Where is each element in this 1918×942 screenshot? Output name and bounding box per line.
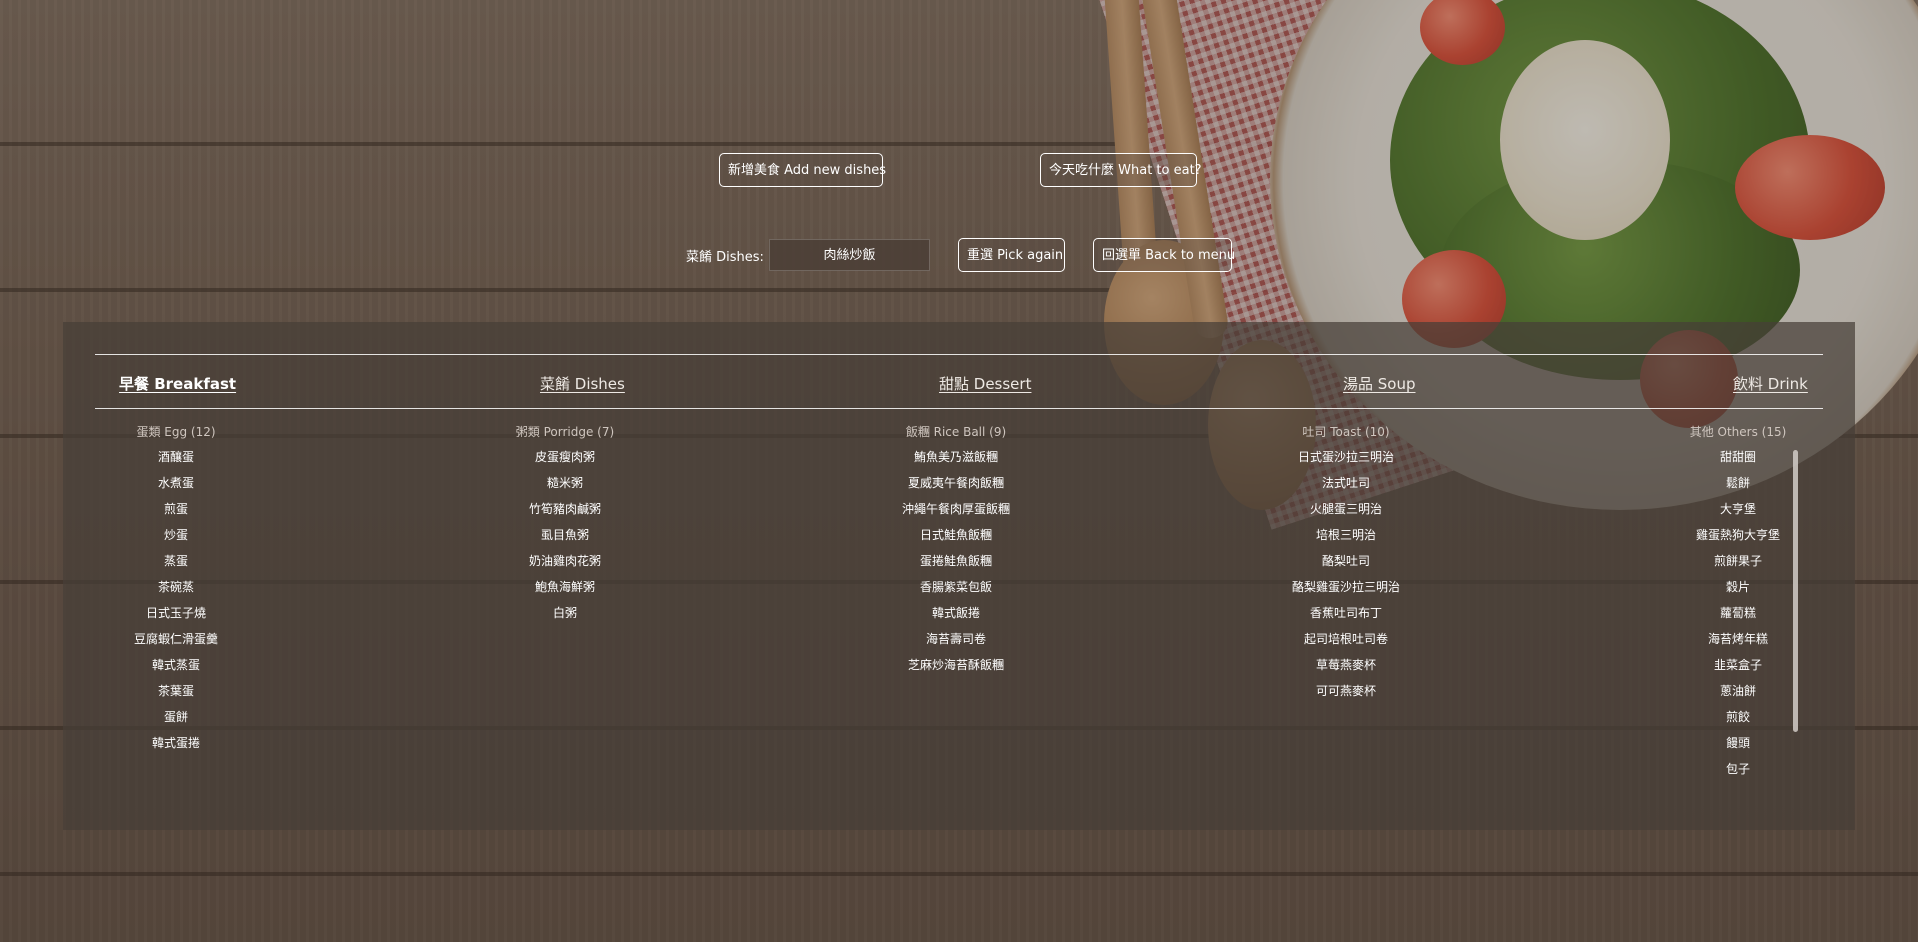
dish-item[interactable]: 水煮蛋	[96, 476, 256, 491]
dish-item[interactable]: 酒釀蛋	[96, 450, 256, 465]
dish-item[interactable]: 沖繩午餐肉厚蛋飯糰	[876, 502, 1036, 517]
dish-item[interactable]: 煎蛋	[96, 502, 256, 517]
dish-item[interactable]: 奶油雞肉花粥	[485, 554, 645, 569]
picked-dish-display: 肉絲炒飯	[769, 239, 930, 271]
menu-panel: 早餐 Breakfast 菜餚 Dishes 甜點 Dessert 湯品 Sou…	[63, 322, 1855, 830]
dish-list: 酒釀蛋水煮蛋煎蛋炒蛋蒸蛋茶碗蒸日式玉子燒豆腐蝦仁滑蛋羹 韓式蒸蛋茶葉蛋蛋餅韓式蛋捲	[96, 450, 256, 751]
dish-item[interactable]: 香蕉吐司布丁	[1266, 606, 1426, 621]
dish-item[interactable]: 火腿蛋三明治	[1266, 502, 1426, 517]
dishes-label: 菜餚 Dishes:	[686, 250, 764, 265]
what-to-eat-button[interactable]: 今天吃什麼 What to eat?	[1040, 153, 1202, 187]
dish-item[interactable]: 包子	[1658, 762, 1818, 777]
dish-item[interactable]: 竹筍豬肉鹹粥	[485, 502, 645, 517]
dish-item[interactable]: 鮑魚海鮮粥	[485, 580, 645, 595]
dish-item[interactable]: 蛋捲鮭魚飯糰	[876, 554, 1036, 569]
dish-item[interactable]: 培根三明治	[1266, 528, 1426, 543]
dish-item[interactable]: 韓式飯捲	[876, 606, 1036, 621]
dish-item[interactable]: 日式鮭魚飯糰	[876, 528, 1036, 543]
dish-item[interactable]: 芝麻炒海苔酥飯糰	[876, 658, 1036, 673]
dish-item[interactable]: 起司培根吐司卷	[1266, 632, 1426, 647]
dish-item[interactable]: 茶葉蛋	[96, 684, 256, 699]
dish-item[interactable]: 海苔壽司卷	[876, 632, 1036, 647]
dish-item[interactable]: 鮪魚美乃滋飯糰	[876, 450, 1036, 465]
column-header: 吐司 Toast (10)	[1302, 425, 1390, 439]
dish-item[interactable]: 蒸蛋	[96, 554, 256, 569]
dish-item[interactable]: 豆腐蝦仁滑蛋羹	[96, 632, 256, 647]
column-header: 蛋類 Egg (12)	[136, 425, 216, 439]
pick-again-button[interactable]: 重選 Pick again	[958, 238, 1065, 272]
rice-ball-column: 飯糰 Rice Ball (9) 鮪魚美乃滋飯糰 夏威夷午餐肉飯糰 沖繩午餐肉厚蛋飯…	[876, 424, 1036, 684]
toast-column: 吐司 Toast (10) 日式蛋沙拉三明治 法式吐司火腿蛋三明治 培根三明治酪梨吐…	[1266, 424, 1426, 710]
dish-list: 日式蛋沙拉三明治 法式吐司火腿蛋三明治 培根三明治酪梨吐司酪梨雞蛋沙拉三明治 香蕉吐司…	[1266, 450, 1426, 699]
dish-item[interactable]: 酪梨吐司	[1266, 554, 1426, 569]
dish-item[interactable]: 茶碗蒸	[96, 580, 256, 595]
tab-soup[interactable]: 湯品 Soup	[1343, 373, 1416, 394]
dish-item[interactable]: 夏威夷午餐肉飯糰	[876, 476, 1036, 491]
dish-item[interactable]: 白粥	[485, 606, 645, 621]
app-background: 新增美食 Add new dishes 今天吃什麼 What to eat? 菜…	[0, 0, 1918, 942]
column-header: 粥類 Porridge (7)	[515, 425, 615, 439]
porridge-column: 粥類 Porridge (7) 皮蛋瘦肉粥糙米粥竹筍豬肉鹹粥 虱目魚粥奶油雞肉花粥…	[485, 424, 645, 632]
dish-item[interactable]: 糙米粥	[485, 476, 645, 491]
dish-item[interactable]: 炒蛋	[96, 528, 256, 543]
dish-item[interactable]: 皮蛋瘦肉粥	[485, 450, 645, 465]
dish-item[interactable]: 虱目魚粥	[485, 528, 645, 543]
tab-drink[interactable]: 飲料 Drink	[1733, 373, 1808, 394]
divider-top	[95, 354, 1823, 355]
dish-list: 皮蛋瘦肉粥糙米粥竹筍豬肉鹹粥 虱目魚粥奶油雞肉花粥 鮑魚海鮮粥白粥	[485, 450, 645, 621]
column-header: 其他 Others (15)	[1689, 425, 1787, 439]
dish-item[interactable]: 韓式蛋捲	[96, 736, 256, 751]
dish-item[interactable]: 饅頭	[1658, 736, 1818, 751]
dish-list: 鮪魚美乃滋飯糰 夏威夷午餐肉飯糰 沖繩午餐肉厚蛋飯糰 日式鮭魚飯糰 蛋捲鮭魚飯糰 香腸紫菜…	[876, 450, 1036, 673]
dish-item[interactable]: 韓式蒸蛋	[96, 658, 256, 673]
dish-item[interactable]: 法式吐司	[1266, 476, 1426, 491]
dish-item[interactable]: 日式玉子燒	[96, 606, 256, 621]
add-new-dishes-button[interactable]: 新增美食 Add new dishes	[719, 153, 886, 187]
dish-item[interactable]: 酪梨雞蛋沙拉三明治	[1266, 580, 1426, 595]
scrollbar[interactable]	[1793, 450, 1798, 732]
tab-breakfast[interactable]: 早餐 Breakfast	[119, 373, 236, 394]
dish-item[interactable]: 草莓燕麥杯	[1266, 658, 1426, 673]
egg-column: 蛋類 Egg (12) 酒釀蛋水煮蛋煎蛋炒蛋蒸蛋茶碗蒸日式玉子燒豆腐蝦仁滑蛋羹韓…	[96, 424, 256, 762]
dish-item[interactable]: 蛋餅	[96, 710, 256, 725]
column-header: 飯糰 Rice Ball (9)	[905, 425, 1007, 439]
tab-dishes[interactable]: 菜餚 Dishes	[540, 373, 625, 394]
dish-item[interactable]: 香腸紫菜包飯	[876, 580, 1036, 595]
back-to-menu-button[interactable]: 回選單 Back to menu	[1093, 238, 1235, 272]
divider-bottom	[95, 408, 1823, 409]
dish-item[interactable]: 日式蛋沙拉三明治	[1266, 450, 1426, 465]
tab-dessert[interactable]: 甜點 Dessert	[939, 373, 1031, 394]
dish-item[interactable]: 可可燕麥杯	[1266, 684, 1426, 699]
